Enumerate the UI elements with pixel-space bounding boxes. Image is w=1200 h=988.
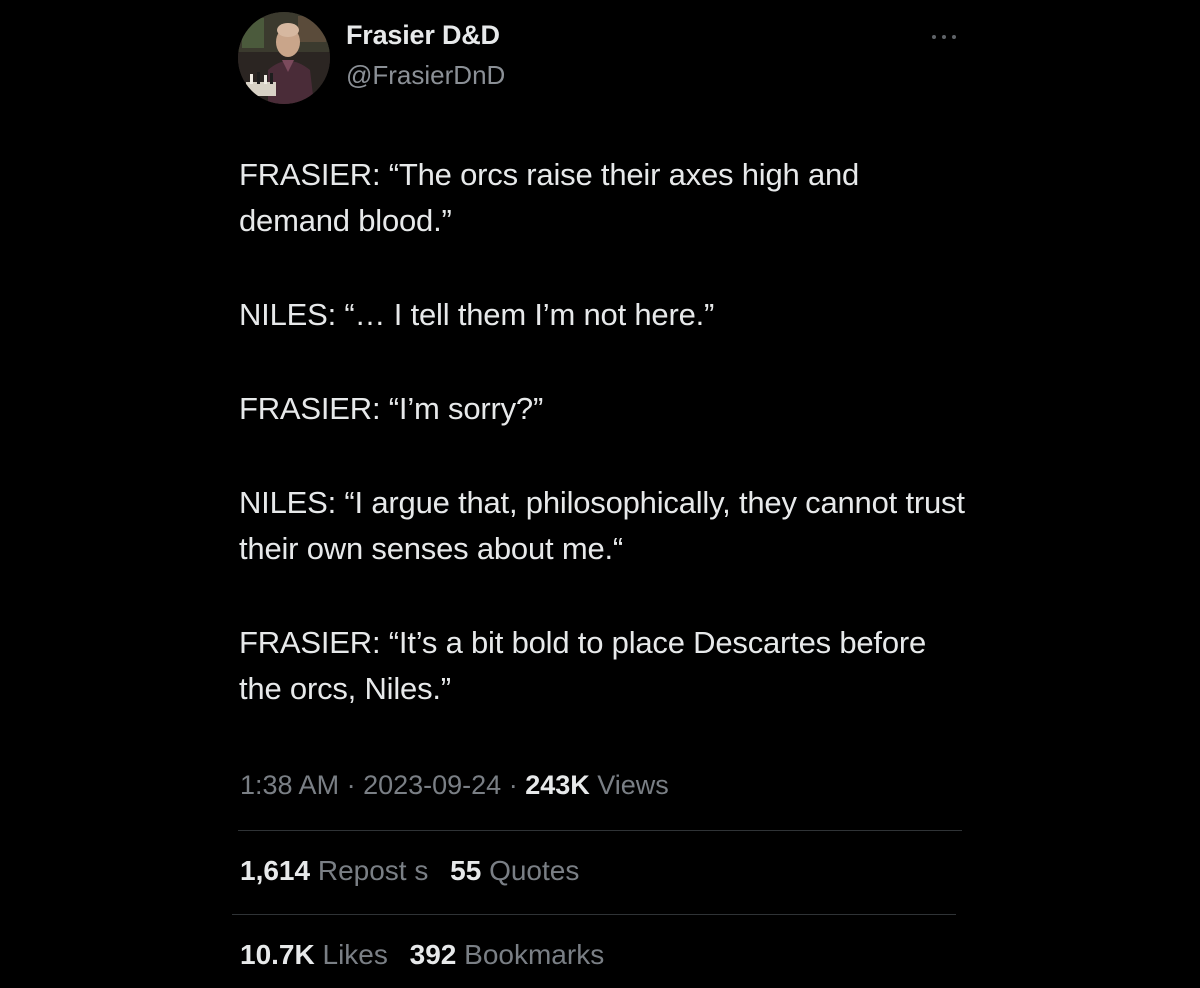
tweet-meta: 1:38 AM · 2023-09-24 · 243K Views <box>240 770 669 801</box>
bookmarks-stat[interactable]: 392 Bookmarks <box>410 939 605 971</box>
meta-separator: · <box>339 770 364 800</box>
tweet-paragraph: NILES: “I argue that, philosophically, t… <box>239 485 974 566</box>
avatar[interactable] <box>238 12 330 104</box>
divider <box>238 830 962 831</box>
views-label: Views <box>597 770 669 800</box>
more-horizontal-icon <box>932 35 956 39</box>
profile-photo-icon <box>238 12 330 104</box>
divider <box>232 914 956 915</box>
author-handle[interactable]: @FrasierDnD <box>346 60 505 91</box>
tweet-text: FRASIER: “The orcs raise their axes high… <box>239 152 969 712</box>
tweet-time[interactable]: 1:38 AM <box>240 770 339 800</box>
tweet-paragraph: FRASIER: “I’m sorry?” <box>239 391 544 426</box>
quotes-label: Quotes <box>489 855 580 886</box>
engagement-row: 10.7K Likes 392 Bookmarks <box>240 939 618 971</box>
reposts-count: 1,614 <box>240 855 311 886</box>
reposts-stat[interactable]: 1,614 Repost s <box>240 855 428 887</box>
tweet-detail: Frasier D&D @FrasierDnD FRASIER: “The or… <box>0 0 1200 988</box>
likes-stat[interactable]: 10.7K Likes <box>240 939 388 971</box>
engagement-row: 1,614 Repost s 55 Quotes <box>240 855 593 887</box>
meta-separator: · <box>501 770 526 800</box>
tweet-date[interactable]: 2023-09-24 <box>363 770 501 800</box>
quotes-count: 55 <box>450 855 482 886</box>
quotes-stat[interactable]: 55 Quotes <box>450 855 579 887</box>
likes-label: Likes <box>322 939 388 970</box>
reposts-label: Repost s <box>317 855 429 886</box>
views-count: 243K <box>525 770 590 800</box>
author-display-name[interactable]: Frasier D&D <box>346 20 500 51</box>
more-options-button[interactable] <box>926 22 962 52</box>
bookmarks-count: 392 <box>409 939 457 970</box>
tweet-paragraph: FRASIER: “The orcs raise their axes high… <box>239 157 868 238</box>
tweet-paragraph: NILES: “… I tell them I’m not here.” <box>239 297 715 332</box>
bookmarks-label: Bookmarks <box>464 939 605 970</box>
likes-count: 10.7K <box>240 939 315 970</box>
tweet-paragraph: FRASIER: “It’s a bit bold to place Desca… <box>239 625 935 706</box>
